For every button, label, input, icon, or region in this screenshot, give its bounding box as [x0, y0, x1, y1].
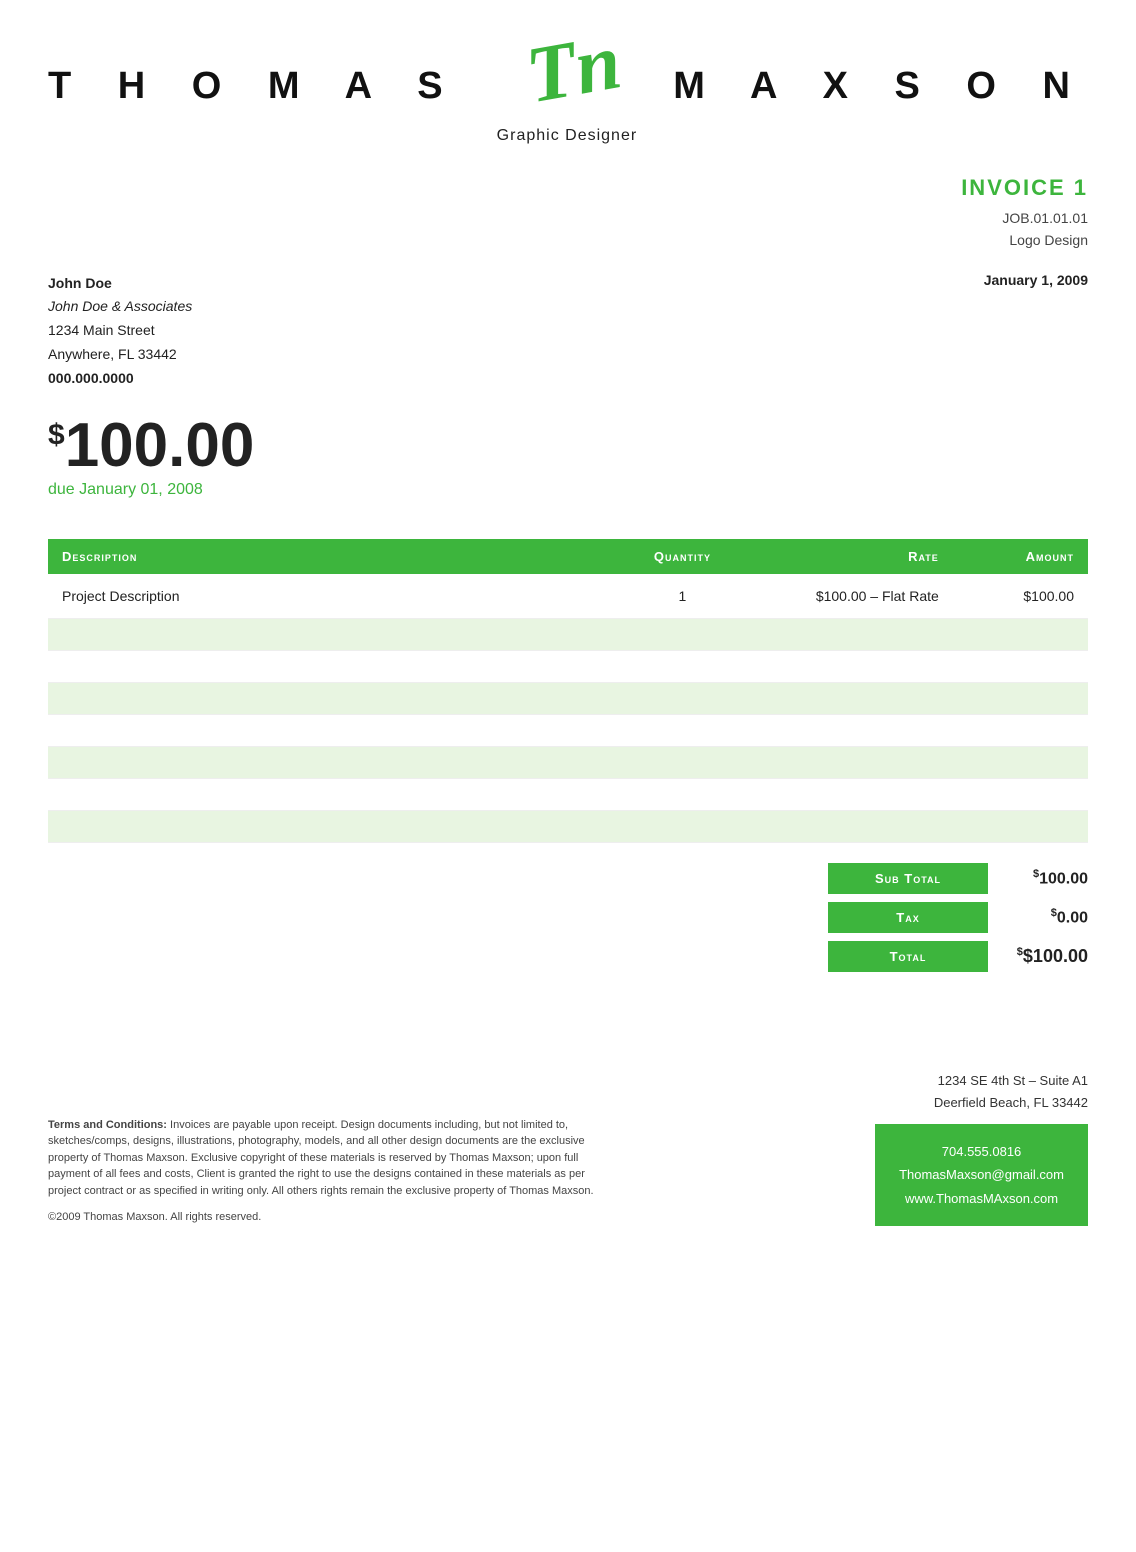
col-quantity: Quantity: [620, 539, 745, 574]
footer-right: 1234 SE 4th St – Suite A1 Deerfield Beac…: [875, 1070, 1136, 1226]
currency-symbol: $: [48, 418, 65, 451]
col-description: Description: [48, 539, 620, 574]
amount-value: 100.00: [65, 411, 255, 480]
due-section: $100.00 due January 01, 2008: [0, 391, 1136, 499]
client-info: John Doe John Doe & Associates 1234 Main…: [48, 272, 192, 391]
job-name: Logo Design: [1009, 232, 1088, 248]
total-row: Total $$100.00: [828, 941, 1088, 972]
footer: Terms and Conditions: Invoices are payab…: [0, 1020, 1136, 1226]
tagline: Graphic Designer: [497, 127, 638, 145]
client-section: John Doe John Doe & Associates 1234 Main…: [0, 252, 1136, 391]
subtotal-label: Sub Total: [828, 863, 988, 894]
footer-website: www.ThomasMAxson.com: [899, 1187, 1064, 1210]
client-address1: 1234 Main Street: [48, 319, 192, 343]
address-line2: Deerfield Beach, FL 33442: [875, 1092, 1088, 1114]
empty-row-5: [48, 746, 1088, 778]
row-quantity: 1: [620, 574, 745, 619]
footer-terms: Terms and Conditions: Invoices are payab…: [48, 1117, 608, 1226]
svg-text:Tn: Tn: [520, 17, 627, 120]
due-date: due January 01, 2008: [48, 481, 1088, 499]
row-description: Project Description: [48, 574, 620, 619]
job-number: JOB.01.01.01: [1002, 210, 1088, 226]
col-amount: Amount: [953, 539, 1088, 574]
tax-value: $0.00: [988, 907, 1088, 927]
invoice-table: Description Quantity Rate Amount Project…: [48, 539, 1088, 843]
footer-address: 1234 SE 4th St – Suite A1 Deerfield Beac…: [875, 1070, 1088, 1114]
empty-row-3: [48, 682, 1088, 714]
empty-row-4: [48, 714, 1088, 746]
footer-phone: 704.555.0816: [899, 1140, 1064, 1163]
empty-row-2: [48, 650, 1088, 682]
address-line1: 1234 SE 4th St – Suite A1: [875, 1070, 1088, 1092]
terms-title: Terms and Conditions:: [48, 1119, 167, 1131]
row-rate: $100.00 – Flat Rate: [745, 574, 953, 619]
tax-row: Tax $0.00: [828, 902, 1088, 933]
empty-row-1: [48, 618, 1088, 650]
terms-text: Terms and Conditions: Invoices are payab…: [48, 1117, 608, 1200]
footer-email: ThomasMaxson@gmail.com: [899, 1163, 1064, 1186]
invoice-date: January 1, 2009: [984, 272, 1088, 391]
total-value: $$100.00: [988, 946, 1088, 967]
row-amount: $100.00: [953, 574, 1088, 619]
table-body: Project Description 1 $100.00 – Flat Rat…: [48, 574, 1088, 843]
empty-row-7: [48, 810, 1088, 842]
client-name: John Doe: [48, 272, 192, 296]
empty-row-6: [48, 778, 1088, 810]
table-header: Description Quantity Rate Amount: [48, 539, 1088, 574]
name-right: M A X S O N: [673, 65, 1088, 108]
subtotal-value: $100.00: [988, 868, 1088, 888]
logo: Tn Graphic Designer: [497, 28, 638, 145]
page-header: T H O M A S Tn Graphic Designer M A X S …: [0, 0, 1136, 145]
invoice-info: INVOICE 1 JOB.01.01.01 Logo Design: [0, 145, 1136, 252]
name-left: T H O M A S: [48, 65, 461, 108]
total-label: Total: [828, 941, 988, 972]
logo-monogram: Tn: [518, 24, 615, 120]
client-company: John Doe & Associates: [48, 295, 192, 319]
client-address2: Anywhere, FL 33442: [48, 343, 192, 367]
client-phone: 000.000.0000: [48, 367, 192, 391]
table-row: Project Description 1 $100.00 – Flat Rat…: [48, 574, 1088, 619]
footer-contact-box: 704.555.0816 ThomasMaxson@gmail.com www.…: [875, 1124, 1088, 1226]
due-amount: $100.00: [48, 415, 1088, 477]
tax-label: Tax: [828, 902, 988, 933]
totals-section: Sub Total $100.00 Tax $0.00 Total $$100.…: [0, 843, 1136, 980]
invoice-number: INVOICE 1: [0, 175, 1088, 201]
subtotal-row: Sub Total $100.00: [828, 863, 1088, 894]
invoice-job: JOB.01.01.01 Logo Design: [0, 207, 1088, 252]
col-rate: Rate: [745, 539, 953, 574]
copyright: ©2009 Thomas Maxson. All rights reserved…: [48, 1209, 608, 1226]
